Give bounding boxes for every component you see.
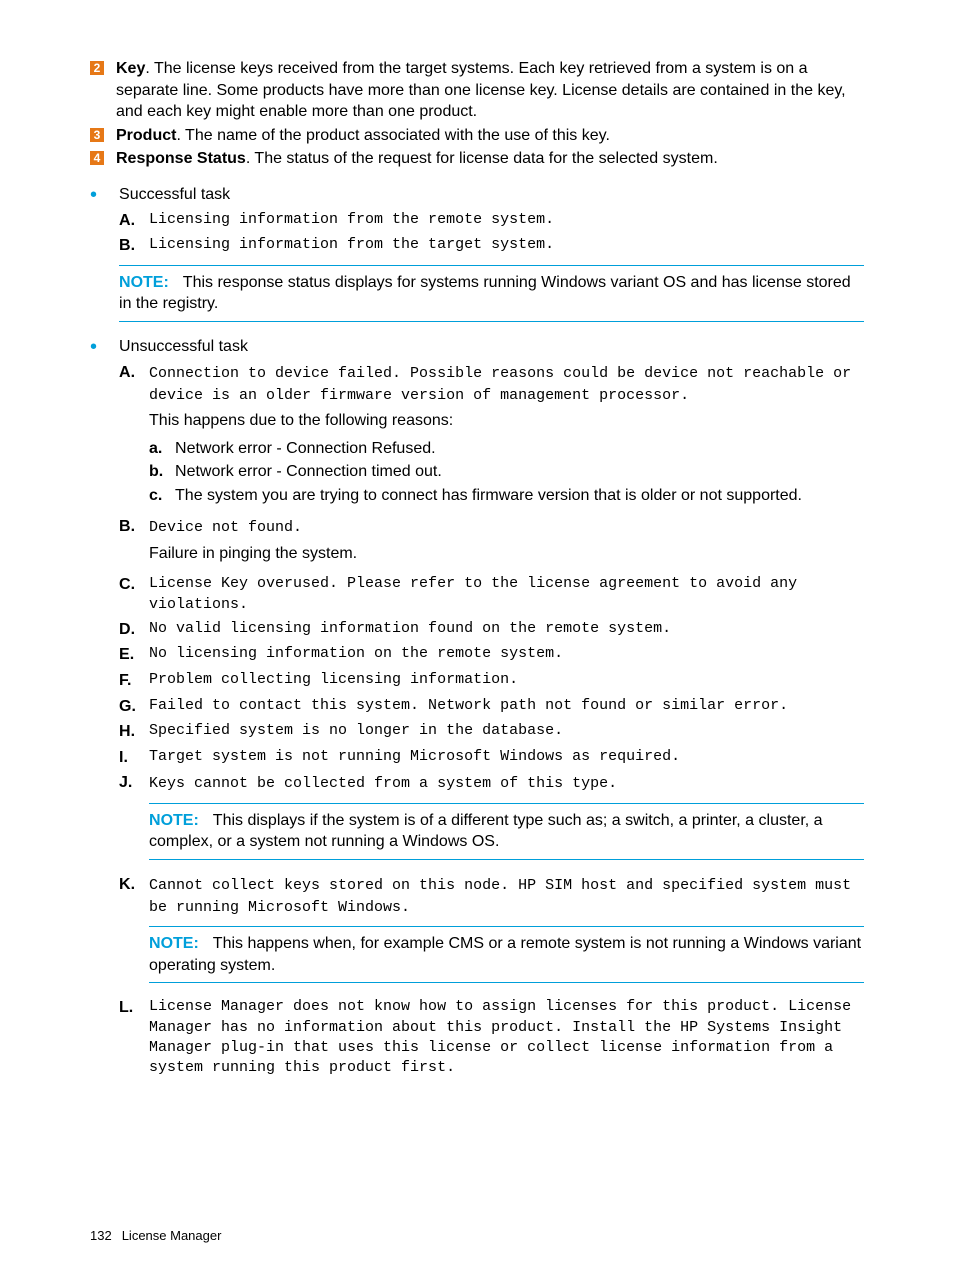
fail-k-text: Cannot collect keys stored on this node.…: [149, 877, 851, 916]
fail-item-b: B. Device not found. Failure in pinging …: [119, 516, 864, 570]
alpha-mark: C.: [119, 574, 149, 596]
alpha-mark: I.: [119, 747, 149, 769]
fail-e-text: No licensing information on the remote s…: [149, 644, 864, 664]
alpha-mark: B.: [119, 235, 149, 257]
term-response-status: Response Status: [116, 150, 246, 167]
page: 2 Key. The license keys received from th…: [0, 0, 954, 1271]
fail-item-f: F. Problem collecting licensing informat…: [119, 670, 864, 692]
fail-alpha-list: A. Connection to device failed. Possible…: [119, 362, 864, 1079]
fail-b-text: Device not found.: [149, 519, 302, 536]
success-item-b: B. Licensing information from the target…: [119, 235, 864, 257]
note-success-text: This response status displays for system…: [119, 274, 851, 313]
alpha-mark: K.: [119, 874, 149, 896]
alpha-mark: G.: [119, 696, 149, 718]
successful-task-title: Successful task: [119, 186, 230, 203]
note-box-success: NOTE:This response status displays for s…: [119, 265, 864, 322]
num-body: Product. The name of the product associa…: [116, 125, 864, 147]
alpha-body: Device not found. Failure in pinging the…: [149, 516, 864, 570]
num-body: Key. The license keys received from the …: [116, 58, 864, 123]
fail-item-l: L. License Manager does not know how to …: [119, 997, 864, 1078]
bullet-list: • Successful task A. Licensing informati…: [90, 184, 864, 1082]
fail-c-text: License Key overused. Please refer to th…: [149, 574, 864, 615]
fail-item-d: D. No valid licensing information found …: [119, 619, 864, 641]
footer-section: License Manager: [122, 1228, 222, 1243]
fail-a-sub-b: b. Network error - Connection timed out.: [149, 461, 864, 483]
note-j-text: This displays if the system is of a diff…: [149, 812, 823, 851]
fail-a-sub-c: c. The system you are trying to connect …: [149, 485, 864, 507]
bullet-icon: •: [90, 339, 97, 355]
fail-a-sublist: a. Network error - Connection Refused. b…: [149, 438, 864, 507]
alpha-mark: J.: [119, 772, 149, 794]
fail-item-g: G. Failed to contact this system. Networ…: [119, 696, 864, 718]
alpha-mark: H.: [119, 721, 149, 743]
num-badge: 3: [90, 128, 104, 142]
page-footer: 132 License Manager: [90, 1227, 221, 1245]
alpha-mark: A.: [119, 362, 149, 384]
sub-alpha-mark: b.: [149, 461, 175, 483]
term-key: Key: [116, 60, 145, 77]
alpha-mark: A.: [119, 210, 149, 232]
numbered-item-4: 4 Response Status. The status of the req…: [90, 148, 864, 170]
fail-j-text: Keys cannot be collected from a system o…: [149, 775, 617, 792]
fail-item-h: H. Specified system is no longer in the …: [119, 721, 864, 743]
note-box-j: NOTE:This displays if the system is of a…: [149, 803, 864, 860]
term-key-text: . The license keys received from the tar…: [116, 60, 846, 120]
numbered-list: 2 Key. The license keys received from th…: [90, 58, 864, 170]
fail-item-k: K. Cannot collect keys stored on this no…: [119, 874, 864, 994]
fail-item-a: A. Connection to device failed. Possible…: [119, 362, 864, 513]
numbered-item-3: 3 Product. The name of the product assoc…: [90, 125, 864, 147]
fail-a-text: Connection to device failed. Possible re…: [149, 365, 851, 404]
fail-l-text: License Manager does not know how to ass…: [149, 997, 864, 1078]
bullet-body: Unsuccessful task A. Connection to devic…: [119, 336, 864, 1083]
num-body: Response Status. The status of the reque…: [116, 148, 864, 170]
fail-a-sub-b-text: Network error - Connection timed out.: [175, 461, 442, 483]
fail-g-text: Failed to contact this system. Network p…: [149, 696, 864, 716]
success-item-a: A. Licensing information from the remote…: [119, 210, 864, 232]
alpha-body: Cannot collect keys stored on this node.…: [149, 874, 864, 994]
bullet-unsuccessful-task: • Unsuccessful task A. Connection to dev…: [90, 336, 864, 1083]
term-product-text: . The name of the product associated wit…: [176, 127, 609, 144]
note-label: NOTE:: [149, 935, 199, 952]
fail-item-i: I. Target system is not running Microsof…: [119, 747, 864, 769]
fail-a-intro: This happens due to the following reason…: [149, 410, 864, 432]
num-badge: 4: [90, 151, 104, 165]
fail-f-text: Problem collecting licensing information…: [149, 670, 864, 690]
note-label: NOTE:: [119, 274, 169, 291]
fail-a-sub-a-text: Network error - Connection Refused.: [175, 438, 436, 460]
fail-a-sub-a: a. Network error - Connection Refused.: [149, 438, 864, 460]
num-badge: 2: [90, 61, 104, 75]
success-item-b-text: Licensing information from the target sy…: [149, 235, 864, 255]
bullet-icon: •: [90, 187, 97, 203]
page-number: 132: [90, 1228, 112, 1243]
bullet-body: Successful task A. Licensing information…: [119, 184, 864, 332]
alpha-body: Connection to device failed. Possible re…: [149, 362, 864, 513]
fail-item-e: E. No licensing information on the remot…: [119, 644, 864, 666]
fail-item-c: C. License Key overused. Please refer to…: [119, 574, 864, 615]
term-response-status-text: . The status of the request for license …: [246, 150, 718, 167]
alpha-mark: B.: [119, 516, 149, 538]
sub-alpha-mark: a.: [149, 438, 175, 460]
alpha-mark: D.: [119, 619, 149, 641]
alpha-mark: E.: [119, 644, 149, 666]
alpha-mark: L.: [119, 997, 149, 1019]
success-item-a-text: Licensing information from the remote sy…: [149, 210, 864, 230]
fail-b-after: Failure in pinging the system.: [149, 543, 864, 565]
numbered-item-2: 2 Key. The license keys received from th…: [90, 58, 864, 123]
term-product: Product: [116, 127, 176, 144]
alpha-mark: F.: [119, 670, 149, 692]
note-label: NOTE:: [149, 812, 199, 829]
fail-item-j: J. Keys cannot be collected from a syste…: [119, 772, 864, 869]
alpha-body: Keys cannot be collected from a system o…: [149, 772, 864, 869]
bullet-successful-task: • Successful task A. Licensing informati…: [90, 184, 864, 332]
fail-d-text: No valid licensing information found on …: [149, 619, 864, 639]
note-k-text: This happens when, for example CMS or a …: [149, 935, 861, 974]
fail-i-text: Target system is not running Microsoft W…: [149, 747, 864, 767]
sub-alpha-mark: c.: [149, 485, 175, 507]
unsuccessful-task-title: Unsuccessful task: [119, 338, 248, 355]
success-alpha-list: A. Licensing information from the remote…: [119, 210, 864, 257]
note-box-k: NOTE:This happens when, for example CMS …: [149, 926, 864, 983]
fail-h-text: Specified system is no longer in the dat…: [149, 721, 864, 741]
fail-a-sub-c-text: The system you are trying to connect has…: [175, 485, 802, 507]
